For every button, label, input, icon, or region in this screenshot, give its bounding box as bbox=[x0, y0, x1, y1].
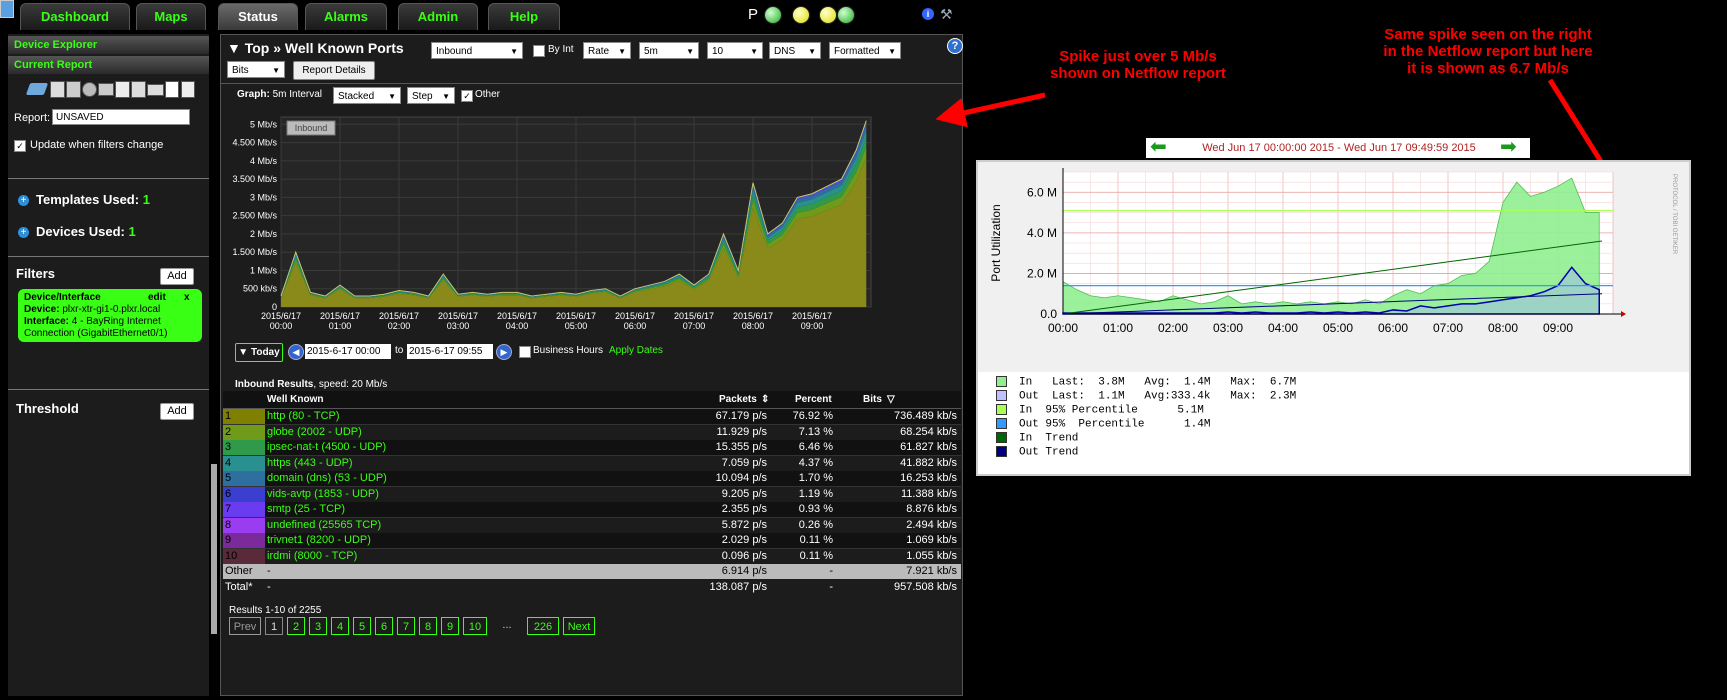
legend-out95-text: Out 95% Percentile 1.4M bbox=[1019, 418, 1211, 431]
netflow-panel: 6.0 M 4.0 M 2.0 M 0.0 00:00 01:00 02:00 03:00 04… bbox=[976, 160, 1691, 476]
date-prev-arrow-icon[interactable]: ⬅ bbox=[1150, 137, 1167, 157]
x-tick-label: 05:00 bbox=[1323, 321, 1353, 335]
arrow-to-left-spike bbox=[935, 92, 1046, 128]
date-range-text: Wed Jun 17 00:00:00 2015 - Wed Jun 17 09… bbox=[1202, 142, 1476, 154]
x-tick-label: 08:00 bbox=[1488, 321, 1518, 335]
y-tick-label: 2.0 M bbox=[1027, 266, 1057, 280]
legend-in: In Last: 3.8M Avg: 1.4M Max: 6.7M bbox=[996, 376, 1296, 389]
annotation-right: Same spike seen on the right in the Netf… bbox=[1383, 26, 1593, 77]
legend-out95: Out 95% Percentile 1.4M bbox=[996, 418, 1210, 431]
side-label: PROTOCOL / TOBI OETIKER bbox=[1671, 174, 1677, 255]
legend-in95-text: In 95% Percentile 5.1M bbox=[1019, 404, 1204, 417]
legend-in-text: In Last: 3.8M Avg: 1.4M Max: 6.7M bbox=[1019, 376, 1297, 389]
legend-out-trend: Out Trend bbox=[996, 446, 1078, 459]
x-tick-label: 07:00 bbox=[1433, 321, 1463, 335]
x-tick-label: 00:00 bbox=[1048, 321, 1078, 335]
x-tick-label: 04:00 bbox=[1268, 321, 1298, 335]
date-next-arrow-icon[interactable]: ➡ bbox=[1500, 137, 1517, 157]
port-utilization-graph: 6.0 M 4.0 M 2.0 M 0.000:00 01:00 02:00 03:00 04… bbox=[978, 162, 1689, 372]
y-tick-label: 0.0 bbox=[1040, 307, 1057, 321]
x-tick-label: 03:00 bbox=[1213, 321, 1243, 335]
annotation-left: Spike just over 5 Mb/s shown on Netflow … bbox=[1050, 48, 1226, 82]
y-axis-label: Port Utilization bbox=[989, 204, 1003, 281]
legend-out-text: Out Last: 1.1M Avg:333.4k Max: 2.3M bbox=[1019, 390, 1297, 403]
legend-out-trend-text: Out Trend bbox=[1019, 446, 1079, 459]
x-tick-label: 01:00 bbox=[1103, 321, 1133, 335]
y-tick-label: 6.0 M bbox=[1027, 185, 1057, 199]
legend: In Last: 3.8M Avg: 1.4M Max: 6.7M Out La… bbox=[978, 376, 1689, 476]
date-range-bar: ⬅ Wed Jun 17 00:00:00 2015 - Wed Jun 17 … bbox=[1146, 137, 1530, 158]
x-tick-label: 09:00 bbox=[1543, 321, 1573, 335]
legend-in-trend: In Trend bbox=[996, 432, 1078, 445]
x-tick-label: 02:00 bbox=[1158, 321, 1188, 335]
legend-in-trend-text: In Trend bbox=[1019, 432, 1079, 445]
x-tick-label: 06:00 bbox=[1378, 321, 1408, 335]
y-tick-label: 4.0 M bbox=[1027, 226, 1057, 240]
legend-in95: In 95% Percentile 5.1M bbox=[996, 404, 1204, 417]
legend-out: Out Last: 1.1M Avg:333.4k Max: 2.3M bbox=[996, 390, 1296, 403]
